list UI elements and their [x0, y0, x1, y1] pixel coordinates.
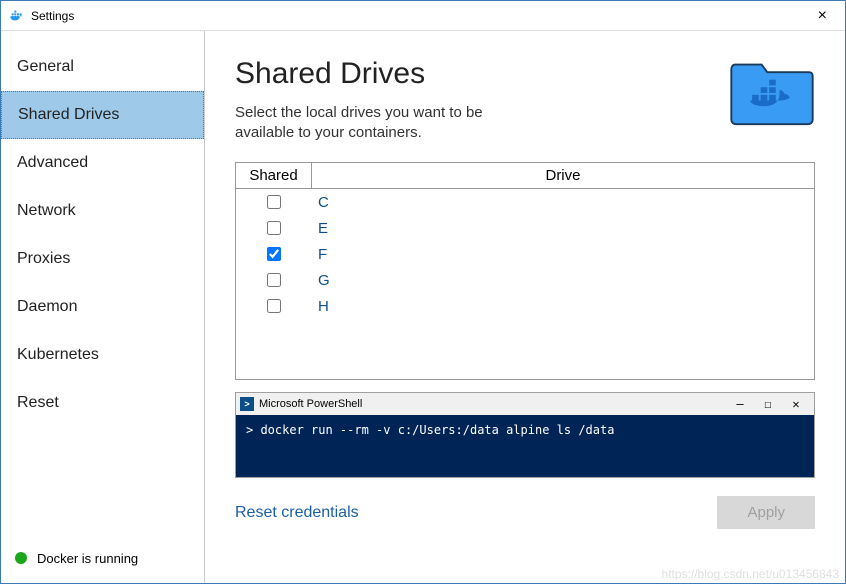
- powershell-minimize-button[interactable]: —: [726, 397, 754, 411]
- settings-window: Settings × GeneralShared DrivesAdvancedN…: [0, 0, 846, 584]
- col-header-drive: Drive: [312, 163, 814, 188]
- status-text: Docker is running: [37, 551, 138, 566]
- drive-label[interactable]: F: [312, 246, 814, 263]
- titlebar: Settings ×: [1, 1, 845, 31]
- sidebar: GeneralShared DrivesAdvancedNetworkProxi…: [1, 31, 205, 583]
- header-row: Shared Drives Select the local drives yo…: [235, 57, 815, 142]
- window-title: Settings: [31, 9, 808, 23]
- powershell-title: Microsoft PowerShell: [259, 398, 726, 410]
- page-title: Shared Drives: [235, 57, 535, 91]
- drive-checkbox-c[interactable]: [267, 195, 281, 209]
- drives-table: Shared Drive CEFGH: [235, 162, 815, 380]
- drive-label[interactable]: H: [312, 298, 814, 315]
- col-header-shared: Shared: [236, 163, 312, 188]
- drive-label[interactable]: C: [312, 194, 814, 211]
- status-bar: Docker is running: [1, 533, 204, 583]
- footer-row: Reset credentials Apply: [235, 496, 815, 529]
- sidebar-item-network[interactable]: Network: [1, 187, 204, 235]
- sidebar-item-shared-drives[interactable]: Shared Drives: [1, 91, 204, 139]
- docker-icon: [9, 8, 25, 24]
- sidebar-nav: GeneralShared DrivesAdvancedNetworkProxi…: [1, 31, 204, 533]
- drive-checkbox-e[interactable]: [267, 221, 281, 235]
- sidebar-item-proxies[interactable]: Proxies: [1, 235, 204, 283]
- table-row: E: [236, 215, 814, 241]
- table-body: CEFGH: [236, 189, 814, 319]
- cell-shared: [236, 195, 312, 209]
- sidebar-item-general[interactable]: General: [1, 43, 204, 91]
- page-subtitle: Select the local drives you want to be a…: [235, 103, 535, 142]
- main-panel: Shared Drives Select the local drives yo…: [205, 31, 845, 583]
- header-text: Shared Drives Select the local drives yo…: [235, 57, 535, 142]
- apply-button[interactable]: Apply: [717, 496, 815, 529]
- drive-checkbox-f[interactable]: [267, 247, 281, 261]
- sidebar-item-kubernetes[interactable]: Kubernetes: [1, 331, 204, 379]
- sidebar-item-daemon[interactable]: Daemon: [1, 283, 204, 331]
- table-header: Shared Drive: [236, 163, 814, 189]
- cell-shared: [236, 273, 312, 287]
- powershell-maximize-button[interactable]: ☐: [754, 397, 782, 411]
- drive-checkbox-h[interactable]: [267, 299, 281, 313]
- powershell-titlebar: > Microsoft PowerShell — ☐ ✕: [236, 393, 814, 415]
- powershell-command: > docker run --rm -v c:/Users:/data alpi…: [246, 423, 614, 437]
- sidebar-item-reset[interactable]: Reset: [1, 379, 204, 427]
- shared-drives-folder-icon: [729, 57, 815, 127]
- watermark-text: https://blog.csdn.net/u013456843: [662, 567, 839, 581]
- drive-checkbox-g[interactable]: [267, 273, 281, 287]
- table-row: H: [236, 293, 814, 319]
- drive-label[interactable]: E: [312, 220, 814, 237]
- cell-shared: [236, 299, 312, 313]
- table-row: F: [236, 241, 814, 267]
- cell-shared: [236, 221, 312, 235]
- powershell-close-button[interactable]: ✕: [782, 397, 810, 411]
- reset-credentials-link[interactable]: Reset credentials: [235, 504, 359, 522]
- sidebar-item-advanced[interactable]: Advanced: [1, 139, 204, 187]
- powershell-window: > Microsoft PowerShell — ☐ ✕ > docker ru…: [235, 392, 815, 478]
- status-dot-icon: [15, 552, 27, 564]
- powershell-body: > docker run --rm -v c:/Users:/data alpi…: [236, 415, 814, 477]
- table-row: C: [236, 189, 814, 215]
- window-close-button[interactable]: ×: [808, 5, 837, 27]
- powershell-icon: >: [240, 397, 254, 411]
- drive-label[interactable]: G: [312, 272, 814, 289]
- table-row: G: [236, 267, 814, 293]
- cell-shared: [236, 247, 312, 261]
- window-body: GeneralShared DrivesAdvancedNetworkProxi…: [1, 31, 845, 583]
